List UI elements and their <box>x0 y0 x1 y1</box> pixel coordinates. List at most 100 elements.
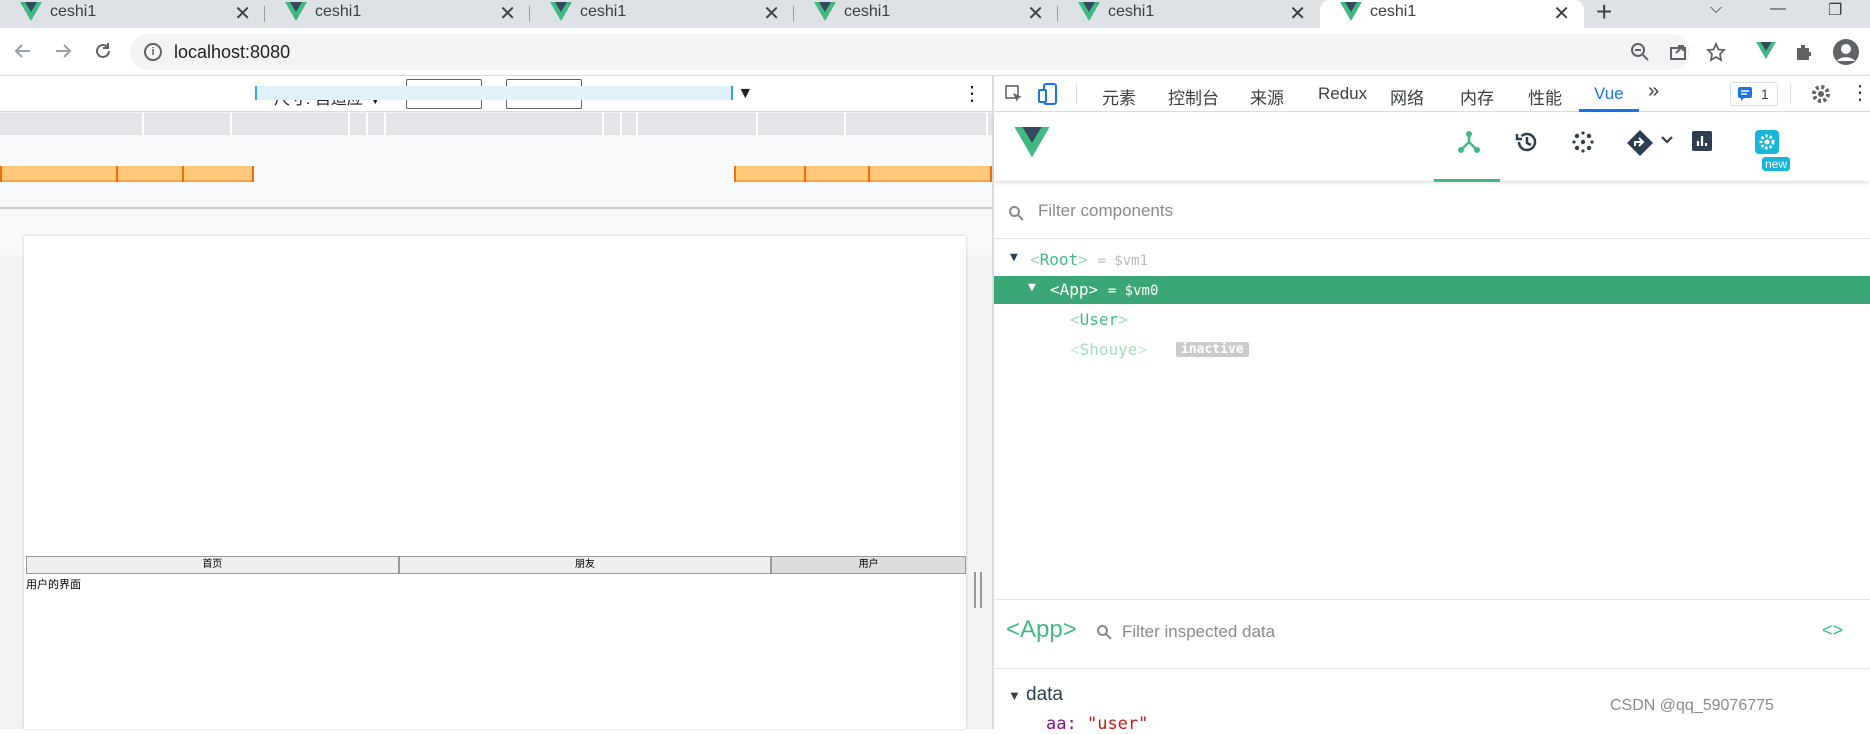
device-size-ruler[interactable] <box>0 113 992 135</box>
tree-node-app-selected[interactable]: ▼ <App> = $vm0 <box>994 276 1870 304</box>
tab-sources[interactable]: 来源 <box>1250 84 1284 109</box>
new-tab-button[interactable]: + <box>1596 0 1612 28</box>
bookmark-star-icon[interactable] <box>1706 42 1726 62</box>
filter-inspected-data-input[interactable]: Filter inspected data <box>1122 622 1275 642</box>
tab-console[interactable]: 控制台 <box>1168 84 1219 109</box>
tree-node-user[interactable]: <User> <box>994 306 1870 334</box>
tab-memory[interactable]: 内存 <box>1460 84 1494 109</box>
browser-tab[interactable]: ceshi1 ✕ <box>794 0 1058 28</box>
page-nav-bar: 首页 朋友 用户 <box>26 556 967 574</box>
device-toolbar-toggle-icon[interactable] <box>1038 82 1058 106</box>
vue-settings-icon[interactable] <box>1754 129 1780 155</box>
messages-badge[interactable]: 1 <box>1730 82 1778 106</box>
browser-tab[interactable]: ceshi1 ✕ <box>0 0 265 28</box>
reload-icon[interactable] <box>92 40 114 62</box>
collapse-triangle-icon[interactable]: ▼ <box>1008 688 1021 703</box>
vue-devtools-extension-icon[interactable] <box>1756 42 1776 60</box>
devtools-menu-button[interactable]: ⋮ <box>1850 80 1870 105</box>
close-icon[interactable]: ✕ <box>234 1 251 26</box>
messages-count: 1 <box>1761 86 1769 102</box>
component-name: User <box>1079 310 1119 329</box>
maximize-button[interactable]: ❐ <box>1828 0 1842 20</box>
tab-title: ceshi1 <box>580 3 627 20</box>
active-tab-indicator <box>1579 109 1639 112</box>
address-toolbar: i localhost:8080 <box>0 28 1870 76</box>
close-icon[interactable]: ✕ <box>763 1 780 26</box>
tab-performance[interactable]: 性能 <box>1528 84 1562 109</box>
tab-title: ceshi1 <box>844 3 891 20</box>
chevron-down-icon[interactable] <box>1660 135 1674 145</box>
expand-triangle-icon[interactable]: ▼ <box>1028 280 1036 295</box>
inspect-element-icon[interactable] <box>1004 84 1024 104</box>
search-icon <box>1097 625 1112 640</box>
omnibox[interactable]: i localhost:8080 <box>130 34 1690 70</box>
filter-components-input[interactable]: Filter components <box>1038 201 1173 221</box>
tab-strip: ceshi1 ✕ ceshi1 ✕ ceshi1 ✕ ceshi1 ✕ cesh… <box>0 0 1870 28</box>
data-section-header[interactable]: data <box>1026 684 1063 706</box>
close-icon[interactable]: ✕ <box>1027 1 1044 26</box>
tab-network[interactable]: 网络 <box>1390 84 1424 109</box>
share-icon[interactable] <box>1668 42 1688 62</box>
tab-redux[interactable]: Redux <box>1318 84 1367 104</box>
tab-search-button[interactable]: ⌵ <box>1710 0 1722 18</box>
vuex-dots-icon[interactable] <box>1570 129 1596 155</box>
watermark: CSDN @qq_59076775 <box>1610 697 1774 714</box>
more-options-button[interactable]: ⋮ <box>962 81 982 106</box>
tree-node-root[interactable]: ▼ <Root> = $vm1 <box>994 246 1870 274</box>
tab-title: ceshi1 <box>1108 3 1155 20</box>
minimize-button[interactable]: — <box>1770 0 1786 18</box>
forward-arrow-icon[interactable] <box>52 40 74 62</box>
tab-title: ceshi1 <box>50 3 97 20</box>
open-in-editor-icon[interactable]: <> <box>1822 620 1843 641</box>
browser-tab-active[interactable]: ceshi1 ✕ <box>1320 0 1584 28</box>
component-name: App <box>1059 280 1089 299</box>
url-text[interactable]: localhost:8080 <box>174 42 290 63</box>
close-icon[interactable]: ✕ <box>1289 1 1306 26</box>
page-content-text: 用户的界面 <box>26 578 81 591</box>
tab-title: ceshi1 <box>315 3 362 20</box>
media-query-min-max-band[interactable] <box>255 86 733 100</box>
timeline-history-icon[interactable] <box>1514 129 1540 155</box>
vm-ref: = $vm1 <box>1097 253 1149 269</box>
tab-vue[interactable]: Vue <box>1594 84 1624 104</box>
vue-logo-icon <box>1014 127 1050 158</box>
vm-ref: = $vm0 <box>1107 283 1159 299</box>
tree-node-shouye[interactable]: <Shouye> inactive <box>994 336 1870 364</box>
component-name: Root <box>1039 250 1079 269</box>
profile-avatar-icon[interactable] <box>1832 38 1860 66</box>
router-icon[interactable] <box>1626 129 1654 157</box>
tab-elements[interactable]: 元素 <box>1102 84 1136 109</box>
browser-tab[interactable]: ceshi1 ✕ <box>530 0 794 28</box>
zoom-out-icon[interactable] <box>1630 42 1650 62</box>
more-tabs-button[interactable]: » <box>1648 80 1659 103</box>
filter-components-bar[interactable]: Filter components <box>994 183 1870 239</box>
inactive-badge: inactive <box>1176 342 1249 357</box>
nav-home-button[interactable]: 首页 <box>26 556 399 574</box>
browser-tab[interactable]: ceshi1 ✕ <box>265 0 530 28</box>
data-field-value[interactable]: "user" <box>1087 714 1148 734</box>
close-icon[interactable]: ✕ <box>1553 1 1570 26</box>
nav-friends-button[interactable]: 朋友 <box>398 556 772 574</box>
performance-chart-icon[interactable] <box>1690 129 1714 153</box>
nav-user-button[interactable]: 用户 <box>771 556 967 574</box>
data-field-row[interactable]: aa: "user" <box>1046 714 1148 734</box>
close-icon[interactable]: ✕ <box>499 1 516 26</box>
back-arrow-icon[interactable] <box>12 40 34 62</box>
vue-logo-icon <box>285 2 307 21</box>
browser-tab[interactable]: ceshi1 ✕ <box>1058 0 1320 28</box>
devtools-tab-bar: 元素 控制台 来源 Redux 网络 内存 性能 Vue » 1 ⋮ <box>994 76 1870 112</box>
data-field-key: aa: <box>1046 714 1077 734</box>
extensions-puzzle-icon[interactable] <box>1794 42 1814 62</box>
site-info-icon[interactable]: i <box>144 43 162 61</box>
components-tree-icon[interactable] <box>1456 129 1482 155</box>
component-name: Shouye <box>1079 340 1138 359</box>
media-query-band-right[interactable] <box>734 166 992 182</box>
inspector-divider <box>994 668 1870 669</box>
expand-triangle-icon[interactable]: ▼ <box>1010 250 1018 265</box>
vue-logo-icon <box>814 2 836 21</box>
new-badge: new <box>1762 157 1791 171</box>
settings-gear-icon[interactable] <box>1810 83 1832 105</box>
media-query-band-left[interactable] <box>0 166 254 182</box>
viewport-resize-handle[interactable] <box>974 572 982 608</box>
vue-logo-icon <box>1078 2 1100 21</box>
